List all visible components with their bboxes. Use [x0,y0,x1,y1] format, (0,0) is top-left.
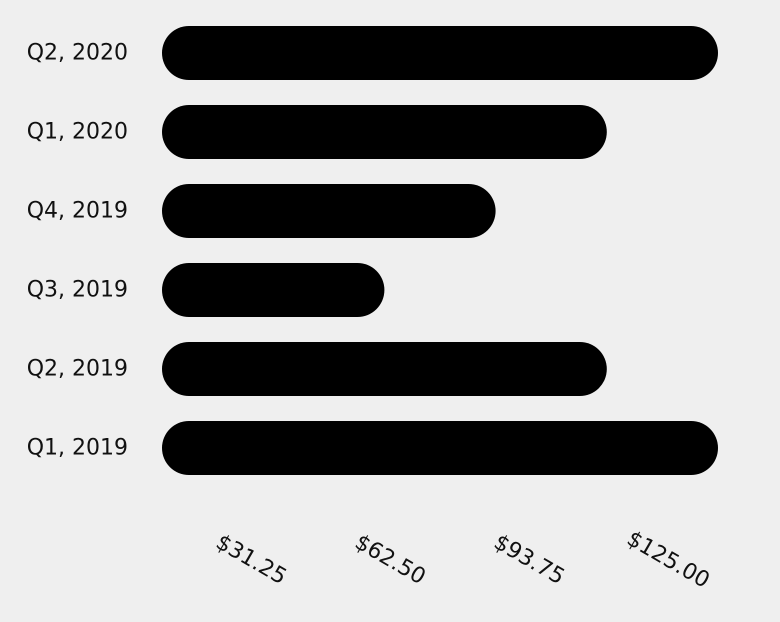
x-axis-tick-labels: $31.25 $62.50 $93.75 $125.00 [211,526,713,593]
category-label: Q2, 2019 [27,357,128,382]
bar [162,26,718,80]
category-label: Q1, 2020 [27,120,128,145]
x-tick-label: $125.00 [622,526,713,593]
category-label: Q4, 2019 [27,199,128,224]
category-label: Q3, 2019 [27,278,128,303]
bar [162,421,718,475]
bars-group [162,26,718,475]
x-tick-label: $93.75 [489,530,568,590]
bar [162,184,496,238]
x-tick-label: $62.50 [350,530,429,590]
category-label: Q2, 2020 [27,41,128,66]
bar [162,105,607,159]
category-label: Q1, 2019 [27,436,128,461]
bar [162,342,607,396]
x-tick-label: $31.25 [211,530,290,590]
bar [162,263,385,317]
category-labels: Q2, 2020 Q1, 2020 Q4, 2019 Q3, 2019 Q2, 2019… [27,41,128,461]
bar-chart: Q2, 2020 Q1, 2020 Q4, 2019 Q3, 2019 Q2, 2019… [27,26,718,594]
